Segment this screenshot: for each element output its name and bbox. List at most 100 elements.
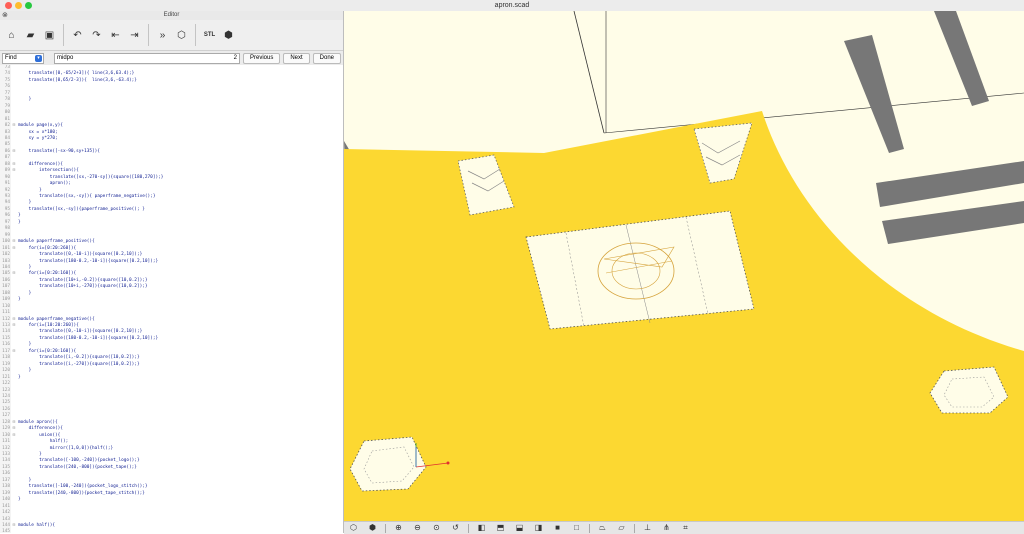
code-line[interactable]: 122 (0, 381, 18, 387)
3d-viewport[interactable] (344, 11, 1024, 521)
fold-marker[interactable]: ⊟ (10, 271, 18, 277)
find-next-button[interactable]: Next (283, 53, 310, 64)
view-right-icon[interactable]: ◧ (474, 523, 489, 533)
find-input[interactable]: midpo 2 (54, 53, 240, 64)
code-line[interactable]: 116 } (0, 342, 31, 348)
code-line[interactable]: 117 ⊟ for(i=[0:20:160]){ (0, 349, 76, 355)
redo-icon[interactable]: ↷ (88, 27, 105, 44)
zoom-fit-icon[interactable]: ⊙ (429, 523, 444, 533)
edges-icon[interactable]: ⌗ (678, 523, 693, 533)
new-file-icon[interactable]: ⌂ (3, 27, 20, 44)
code-line[interactable]: 127 (0, 413, 18, 419)
view-left-icon[interactable]: ◨ (531, 523, 546, 533)
code-line[interactable]: 121} (0, 375, 21, 381)
code-line[interactable]: 85 (0, 142, 18, 148)
undo-icon[interactable]: ↶ (69, 27, 86, 44)
code-line[interactable]: 87 (0, 155, 18, 161)
orthogonal-icon[interactable]: ▱ (614, 523, 629, 533)
code-line[interactable]: 101 ⊟ for(i=[0:20:260]){ (0, 246, 76, 252)
preview-icon[interactable]: » (154, 27, 171, 44)
code-line[interactable]: 114 translate([0,-10-i]){square([0.2,10]… (0, 329, 142, 335)
axes-icon[interactable]: ⊥ (640, 523, 655, 533)
fold-marker[interactable]: ⊟ (10, 420, 18, 426)
fold-marker[interactable]: ⊟ (10, 162, 18, 168)
view-bottom-icon[interactable]: ⬓ (512, 523, 527, 533)
fold-marker[interactable]: ⊟ (10, 123, 18, 129)
code-line[interactable]: 134 translate([-100,-240]){pocket_logo()… (0, 458, 140, 464)
fold-marker[interactable]: ⊟ (10, 349, 18, 355)
code-line[interactable]: 83 sx = x*180; (0, 130, 58, 136)
code-line[interactable]: 140} (0, 497, 21, 503)
code-line[interactable]: 107 translate([10+i,-270]){square([10,0.… (0, 284, 147, 290)
code-line[interactable]: 130 ⊟ union(){ (0, 433, 60, 439)
code-line[interactable]: 96} (0, 213, 21, 219)
code-line[interactable]: 100 ⊟ module paperframe_positive(){ (0, 239, 95, 245)
code-line[interactable]: 115 translate([180-0.2,-10-i]){square([0… (0, 336, 158, 342)
code-line[interactable]: 132 mirror([1,0,0]){half();} (0, 446, 113, 452)
code-line[interactable]: 110 (0, 304, 18, 310)
code-line[interactable]: 88 ⊟ difference(){ (0, 162, 63, 168)
code-line[interactable]: 103 translate([180-0.2,-10-i]){square([0… (0, 259, 158, 265)
code-line[interactable]: 106 translate([10+i,-0.2]){square([10,0.… (0, 278, 147, 284)
code-line[interactable]: 138 translate([-100,-240]){pocket_logo_s… (0, 484, 147, 490)
code-line[interactable]: 120 } (0, 368, 31, 374)
view-top-icon[interactable]: ⬒ (493, 523, 508, 533)
zoom-in-icon[interactable]: ⊕ (391, 523, 406, 533)
code-line[interactable]: 86 ⊟ translate([-sx-90,sy+135]){ (0, 149, 100, 155)
code-line[interactable]: 139 translate([240,-800]){pocket_tape_st… (0, 491, 145, 497)
code-line[interactable]: 135 translate([240,-800]){pocket_tape();… (0, 465, 137, 471)
code-line[interactable]: 145 (0, 529, 18, 533)
code-line[interactable]: 102 translate([0,-10-i]){square([0.2,10]… (0, 252, 142, 258)
code-line[interactable]: 76 (0, 84, 18, 90)
code-line[interactable]: 99 (0, 233, 18, 239)
view-all-icon[interactable]: ⬡ (346, 523, 361, 533)
code-line[interactable]: 81 (0, 117, 18, 123)
code-line[interactable]: 79 (0, 104, 18, 110)
fold-marker[interactable]: ⊟ (10, 433, 18, 439)
code-line[interactable]: 91 apron(); (0, 181, 71, 187)
code-line[interactable]: 126 (0, 407, 18, 413)
view-front-icon[interactable]: ■ (550, 523, 565, 533)
code-line[interactable]: 142 (0, 510, 18, 516)
code-line[interactable]: 80 (0, 110, 18, 116)
code-line[interactable]: 119 translate([i,-270]){square([10,0.2])… (0, 362, 140, 368)
code-line[interactable]: 136 (0, 471, 18, 477)
code-line[interactable]: 74 translate([0,-65/2+3]){ line(3,6,63.4… (0, 71, 135, 77)
fold-marker[interactable]: ⊟ (10, 149, 18, 155)
code-line[interactable]: 123 (0, 388, 18, 394)
code-line[interactable]: 98 (0, 226, 18, 232)
code-line[interactable]: 109} (0, 297, 21, 303)
reset-view-icon[interactable]: ⬢ (365, 523, 380, 533)
code-line[interactable]: 131 half(); (0, 439, 68, 445)
fold-marker[interactable]: ⊟ (10, 246, 18, 252)
code-line[interactable]: 97} (0, 220, 21, 226)
fold-marker[interactable]: ⊟ (10, 168, 18, 174)
find-previous-button[interactable]: Previous (242, 53, 281, 64)
code-line[interactable]: 112 ⊟ module paperframe_negative(){ (0, 317, 95, 323)
fold-marker[interactable]: ⊟ (10, 523, 18, 529)
code-editor[interactable]: 73 74 translate([0,-65/2+3]){ line(3,6,63… (0, 65, 343, 533)
rotate-reset-icon[interactable]: ↺ (448, 523, 463, 533)
code-line[interactable]: 125 (0, 400, 18, 406)
code-line[interactable]: 78 } (0, 97, 32, 103)
fold-marker[interactable]: ⊟ (10, 426, 18, 432)
stl-export-icon[interactable]: STL (201, 27, 218, 44)
indent-icon[interactable]: ⇥ (126, 27, 143, 44)
scale-markers-icon[interactable]: ⋔ (659, 523, 674, 533)
editor-close-icon[interactable]: ⊗ (2, 11, 8, 20)
code-line[interactable]: 82 ⊟ module page(x,y){ (0, 123, 63, 129)
view-back-icon[interactable]: □ (569, 523, 584, 533)
code-line[interactable]: 143 (0, 517, 18, 523)
code-line[interactable]: 129 ⊟ difference(){ (0, 426, 63, 432)
save-icon[interactable]: ▣ (41, 27, 58, 44)
unindent-icon[interactable]: ⇤ (107, 27, 124, 44)
code-line[interactable]: 128 ⊟ module apron(){ (0, 420, 58, 426)
code-line[interactable]: 137 } (0, 478, 31, 484)
perspective-icon[interactable]: ⏢ (595, 523, 610, 533)
find-mode-select[interactable]: Find ▾ (2, 53, 44, 64)
find-done-button[interactable]: Done (312, 53, 342, 64)
render-icon[interactable]: ⬡ (173, 27, 190, 44)
code-line[interactable]: 75 translate([0,65/2-3]){ line(3,6,-63.4… (0, 78, 137, 84)
code-line[interactable]: 95 translate([sx,-sy]){paperframe_positi… (0, 207, 145, 213)
code-line[interactable]: 94 } (0, 200, 32, 206)
